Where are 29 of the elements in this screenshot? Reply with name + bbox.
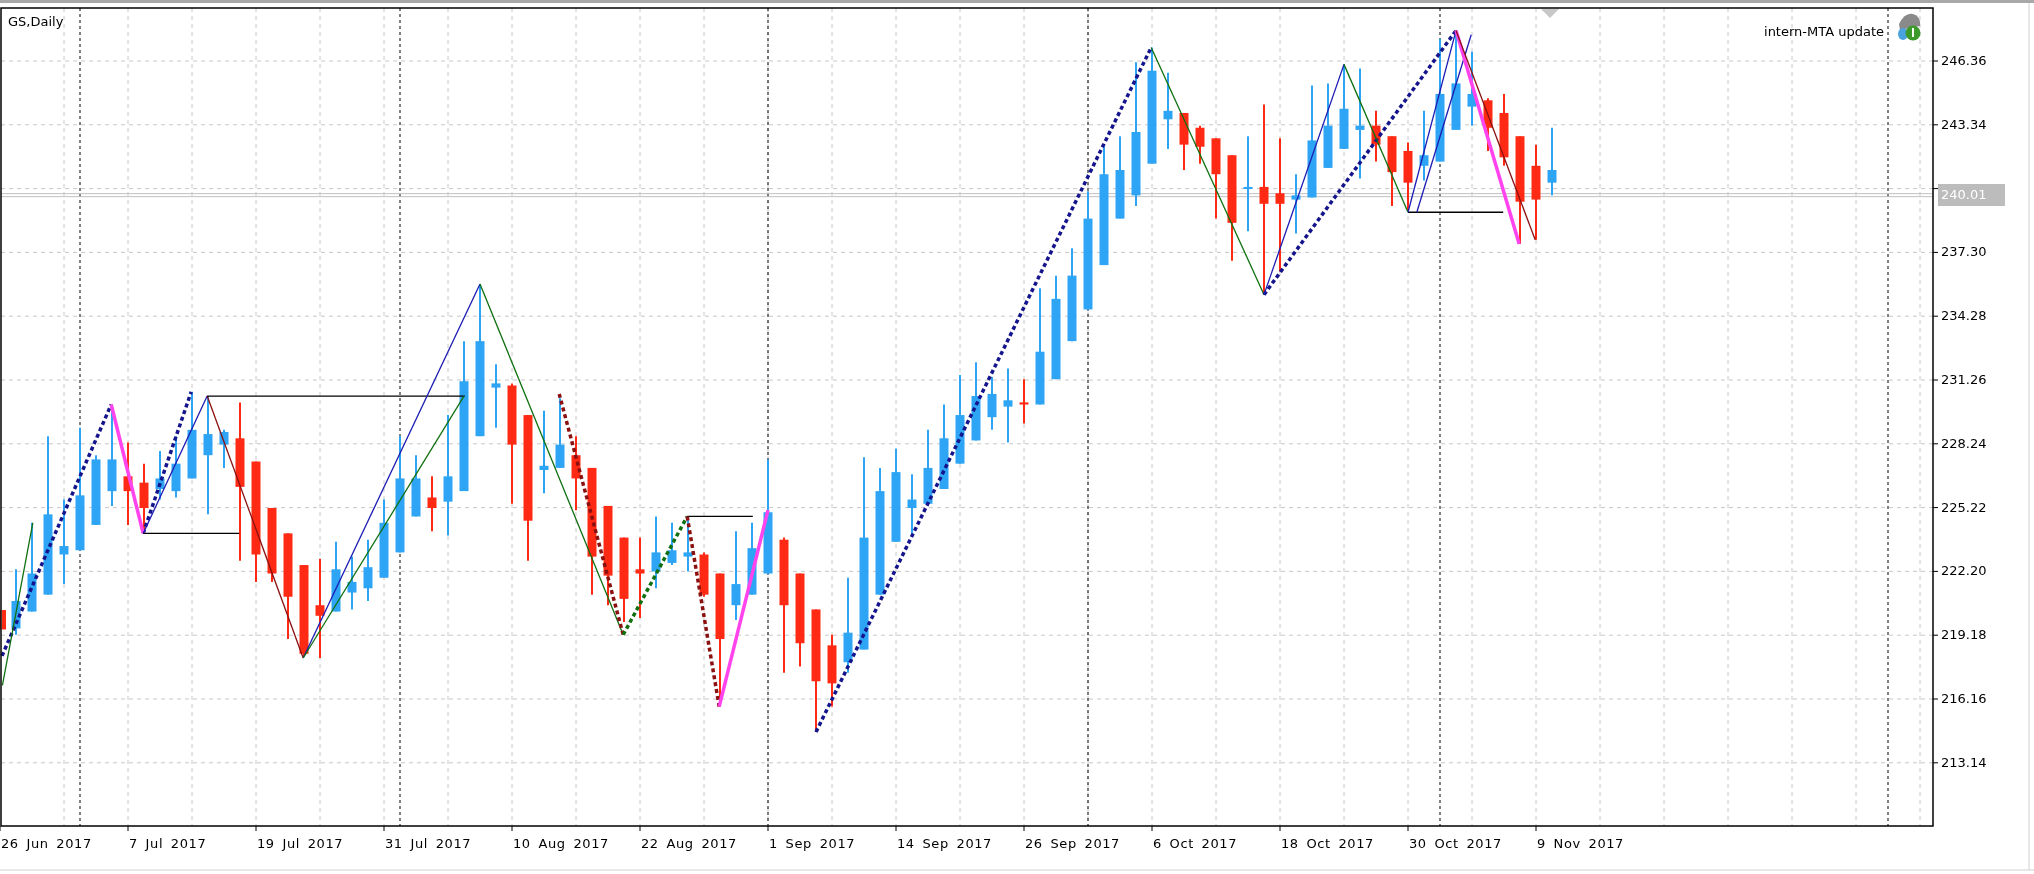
current-price-label: 240.01 [1938, 184, 2005, 207]
price-axis-label: 237.30 [1941, 244, 1987, 261]
price-axis-label: 225.22 [1941, 499, 1987, 516]
price-axis-label: 222.20 [1941, 563, 1987, 580]
date-axis-label: 19 Jul 2017 [257, 836, 344, 852]
date-axis-label: 26 Jun 2017 [1, 836, 92, 852]
date-axis-label: 7 Jul 2017 [129, 836, 207, 852]
date-axis-label: 6 Oct 2017 [1153, 836, 1238, 852]
price-axis-label: 243.34 [1941, 116, 1987, 133]
price-axis-label: 216.16 [1941, 691, 1987, 707]
price-axis-label: 234.28 [1941, 308, 1987, 325]
date-axis-label: 26 Sep 2017 [1025, 836, 1120, 852]
price-axis-label: 213.14 [1941, 754, 1987, 771]
date-axis-label: 30 Oct 2017 [1409, 836, 1502, 852]
price-axis-label: 219.18 [1941, 627, 1987, 644]
chart-symbol-title: GS,Daily [8, 14, 64, 30]
date-axis-label: 22 Aug 2017 [641, 836, 737, 852]
date-axis-label: 31 Jul 2017 [385, 836, 472, 852]
price-axis-label: 246.36 [1941, 53, 1987, 69]
date-axis-label: 18 Oct 2017 [1281, 836, 1374, 852]
price-axis-label: 231.26 [1941, 372, 1987, 388]
date-axis-label: 9 Nov 2017 [1537, 836, 1624, 852]
status-icon [1898, 13, 1921, 41]
chart-shift-marker-icon [1541, 9, 1559, 18]
date-axis-label: 14 Sep 2017 [897, 836, 992, 852]
price-axis-label: 228.24 [1941, 435, 1987, 452]
date-axis-label: 10 Aug 2017 [513, 836, 609, 852]
indicator-name: intern-MTA update [1764, 24, 1884, 40]
date-axis-label: 1 Sep 2017 [769, 836, 856, 852]
